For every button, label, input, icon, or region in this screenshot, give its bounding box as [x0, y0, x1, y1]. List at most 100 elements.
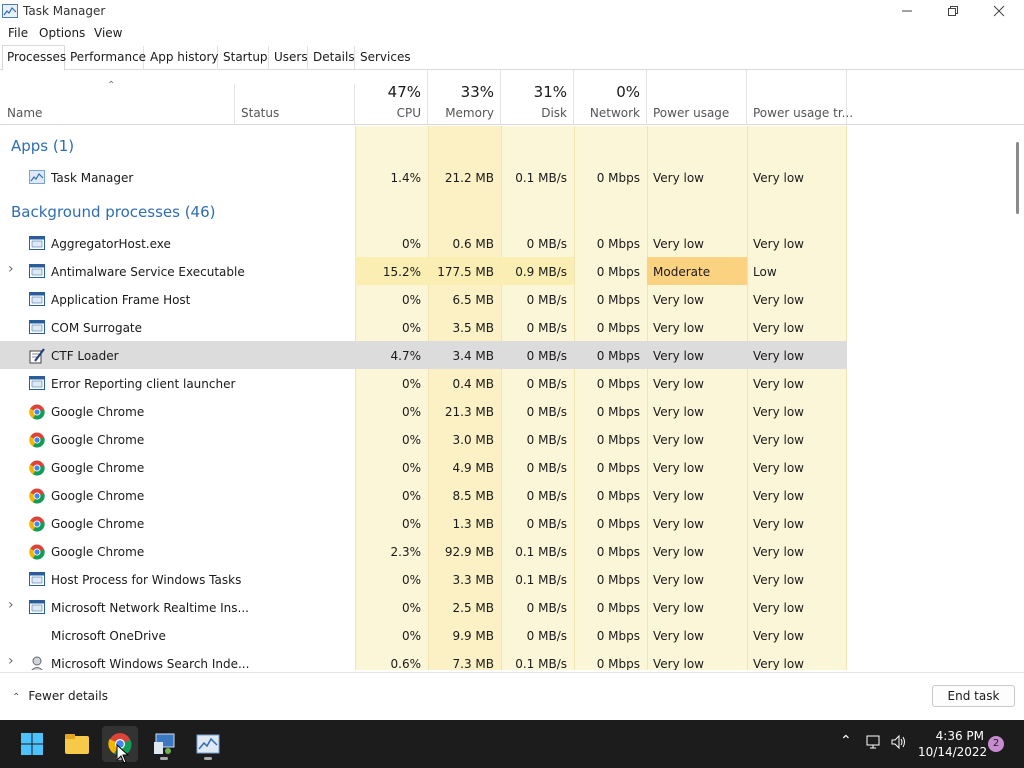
fewer-details-label: Fewer details [28, 689, 108, 703]
cell-cpu: 0.6% [390, 657, 422, 670]
menu-file[interactable]: File [8, 26, 28, 40]
cell-disk: 0.1 MB/s [515, 573, 567, 587]
header-status[interactable]: Status [235, 84, 355, 124]
cell-cpu: 0% [401, 433, 421, 447]
process-row[interactable]: Application Frame Host 0% 6.5 MB 0 MB/s 0 Mb… [0, 285, 847, 313]
group-background[interactable]: Background processes (46) [11, 203, 216, 221]
header-power-trend[interactable]: Power usage tr... [747, 70, 853, 124]
process-row[interactable]: › Microsoft Windows Search Inde... 0.6% 7.3… [0, 649, 847, 670]
cell-power: Very low [653, 545, 704, 559]
process-row[interactable]: › Microsoft Network Realtime Ins... 0% 2.5 … [0, 593, 847, 621]
process-name: Error Reporting client launcher [51, 377, 236, 391]
process-row[interactable]: CTF Loader 4.7% 3.4 MB 0 MB/s 0 Mbps Very low… [0, 341, 847, 369]
header-memory[interactable]: 33% Memory [428, 70, 501, 124]
cell-mem: 92.9 MB [444, 545, 494, 559]
cpu-percent: 47% [387, 83, 421, 101]
process-name: Application Frame Host [51, 293, 191, 307]
process-row[interactable]: AggregatorHost.exe 0% 0.6 MB 0 MB/s 0 Mbps Ve… [0, 229, 847, 257]
cell-net: 0 Mbps [596, 489, 640, 503]
cell-power-trend: Low [753, 265, 777, 279]
cell-mem: 4.9 MB [452, 461, 494, 475]
cell-power-trend: Very low [753, 601, 804, 615]
process-row[interactable]: Google Chrome 0% 1.3 MB 0 MB/s 0 Mbps Very lo… [0, 509, 847, 537]
chevron-right-icon[interactable]: › [8, 261, 14, 277]
cell-disk: 0 MB/s [526, 629, 567, 643]
control-panel-button[interactable] [146, 726, 182, 762]
window-icon [29, 572, 45, 586]
chevron-up-icon[interactable]: ⌃ [840, 733, 852, 749]
chevron-right-icon[interactable]: › [8, 597, 14, 613]
header-disk-label: Disk [541, 106, 567, 120]
cell-mem: 177.5 MB [437, 265, 494, 279]
header-cpu[interactable]: 47% CPU [355, 70, 428, 124]
cell-power: Very low [653, 349, 704, 363]
cell-net: 0 Mbps [596, 265, 640, 279]
menu-options[interactable]: Options [39, 26, 85, 40]
tab-performance[interactable]: Performance [66, 46, 146, 70]
restore-button[interactable] [930, 0, 976, 22]
cell-disk: 0 MB/s [526, 321, 567, 335]
menu-view[interactable]: View [94, 26, 122, 40]
cell-power-trend: Very low [753, 405, 804, 419]
process-row[interactable]: › Antimalware Service Executable 15.2% 177.… [0, 257, 847, 285]
volume-icon[interactable] [890, 734, 908, 754]
chrome-icon [29, 404, 45, 420]
cell-cpu: 4.7% [390, 349, 422, 363]
process-name: Google Chrome [51, 405, 145, 419]
header-power-usage[interactable]: Power usage [647, 70, 747, 124]
cell-power: Very low [653, 517, 704, 531]
process-row[interactable]: Microsoft OneDrive 0% 9.9 MB 0 MB/s 0 Mbps Ve… [0, 621, 847, 649]
tab-startup[interactable]: Startup [219, 46, 269, 70]
cell-disk: 0 MB/s [526, 293, 567, 307]
process-row[interactable]: Task Manager 1.4% 21.2 MB 0.1 MB/s 0 Mbps Ver… [0, 163, 847, 191]
scrollbar-thumb[interactable] [1016, 142, 1019, 214]
chevron-right-icon[interactable]: › [8, 653, 14, 669]
header-power-label: Power usage [653, 106, 730, 120]
disk-percent: 31% [533, 83, 567, 101]
group-apps[interactable]: Apps (1) [11, 137, 74, 155]
cell-mem: 7.3 MB [452, 657, 494, 670]
fewer-details-button[interactable]: ⌃ Fewer details [12, 689, 108, 703]
process-row[interactable]: Google Chrome 2.3% 92.9 MB 0.1 MB/s 0 Mbps Ve… [0, 537, 847, 565]
process-row[interactable]: Google Chrome 0% 8.5 MB 0 MB/s 0 Mbps Very lo… [0, 481, 847, 509]
close-button[interactable] [976, 0, 1022, 22]
tab-services[interactable]: Services [356, 46, 411, 70]
vertical-scrollbar[interactable] [1012, 126, 1024, 670]
header-name[interactable]: Name [0, 84, 235, 124]
process-row[interactable]: COM Surrogate 0% 3.5 MB 0 MB/s 0 Mbps Very lo… [0, 313, 847, 341]
cell-power: Very low [653, 171, 704, 185]
tab-details[interactable]: Details [309, 46, 355, 70]
cell-disk: 0 MB/s [526, 433, 567, 447]
cell-cpu: 0% [401, 573, 421, 587]
header-memory-label: Memory [445, 106, 494, 120]
tab-users[interactable]: Users [270, 46, 308, 70]
start-button[interactable] [14, 726, 50, 762]
header-network[interactable]: 0% Network [574, 70, 647, 124]
task-manager-taskbar-button[interactable] [190, 726, 226, 762]
system-clock[interactable]: 4:36 PM 10/14/2022 [918, 728, 987, 760]
tab-app-history[interactable]: App history [146, 46, 219, 70]
notification-badge[interactable]: 2 [988, 736, 1004, 752]
cell-mem: 21.3 MB [444, 405, 494, 419]
chrome-icon [29, 516, 45, 532]
cell-power-trend: Very low [753, 237, 804, 251]
chrome-icon [29, 432, 45, 448]
cell-cpu: 0% [401, 461, 421, 475]
network-icon[interactable] [866, 734, 882, 754]
process-name: AggregatorHost.exe [51, 237, 171, 251]
file-explorer-button[interactable] [59, 726, 95, 762]
process-row[interactable]: Google Chrome 0% 4.9 MB 0 MB/s 0 Mbps Very lo… [0, 453, 847, 481]
chrome-icon [29, 460, 45, 476]
mouse-cursor-icon [116, 744, 130, 764]
process-row[interactable]: Google Chrome 0% 3.0 MB 0 MB/s 0 Mbps Very lo… [0, 425, 847, 453]
cell-net: 0 Mbps [596, 545, 640, 559]
process-row[interactable]: Host Process for Windows Tasks 0% 3.3 MB 0.… [0, 565, 847, 593]
header-disk[interactable]: 31% Disk [501, 70, 574, 124]
process-row[interactable]: Google Chrome 0% 21.3 MB 0 MB/s 0 Mbps Very l… [0, 397, 847, 425]
tab-processes[interactable]: Processes [2, 45, 66, 71]
ctf-loader-icon [29, 348, 45, 364]
cell-mem: 3.5 MB [452, 321, 494, 335]
end-task-button[interactable]: End task [932, 685, 1015, 707]
process-row[interactable]: Error Reporting client launcher 0% 0.4 MB 0… [0, 369, 847, 397]
minimize-button[interactable] [884, 0, 930, 22]
